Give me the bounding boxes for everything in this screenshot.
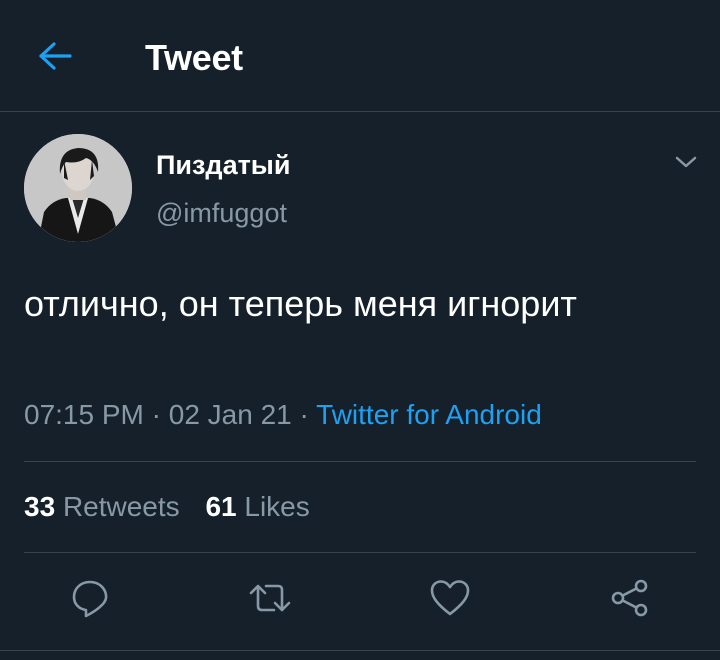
likes-count: 61 (205, 491, 237, 522)
retweets-stat[interactable]: 33 Retweets (24, 491, 187, 522)
tweet-date: 02 Jan 21 (168, 399, 292, 430)
reply-icon (70, 578, 110, 623)
tweet-text: отлично, он теперь меня игнорит (24, 283, 577, 324)
divider (0, 650, 720, 651)
retweets-count: 33 (24, 491, 56, 522)
tweet-meta: 07:15 PM · 02 Jan 21 · Twitter for Andro… (24, 398, 542, 432)
meta-separator: · (299, 399, 309, 430)
retweet-icon (248, 578, 292, 623)
page-title: Tweet (145, 37, 243, 78)
tweet-source-link[interactable]: Twitter for Android (316, 399, 542, 430)
divider (24, 552, 696, 553)
reply-button[interactable] (68, 578, 112, 622)
retweets-label: Retweets (62, 491, 180, 522)
share-icon (609, 578, 651, 623)
tweet-time: 07:15 PM (24, 399, 144, 430)
top-app-bar: Tweet (0, 0, 720, 112)
meta-separator: · (151, 399, 161, 430)
author-display-name[interactable]: Пиздатый (156, 150, 290, 180)
arrow-left-icon (37, 41, 73, 76)
more-options-button[interactable] (670, 148, 702, 180)
avatar[interactable] (24, 134, 132, 242)
likes-label: Likes (244, 491, 310, 522)
divider (24, 461, 696, 462)
like-button[interactable] (428, 578, 472, 622)
like-icon (429, 578, 471, 623)
retweet-button[interactable] (248, 578, 292, 622)
chevron-down-icon (674, 155, 698, 174)
likes-stat[interactable]: 61 Likes (205, 491, 309, 522)
author-handle[interactable]: @imfuggot (156, 197, 287, 229)
back-button[interactable] (32, 36, 78, 80)
tweet-stats: 33 Retweets 61 Likes (24, 490, 310, 524)
share-button[interactable] (608, 578, 652, 622)
